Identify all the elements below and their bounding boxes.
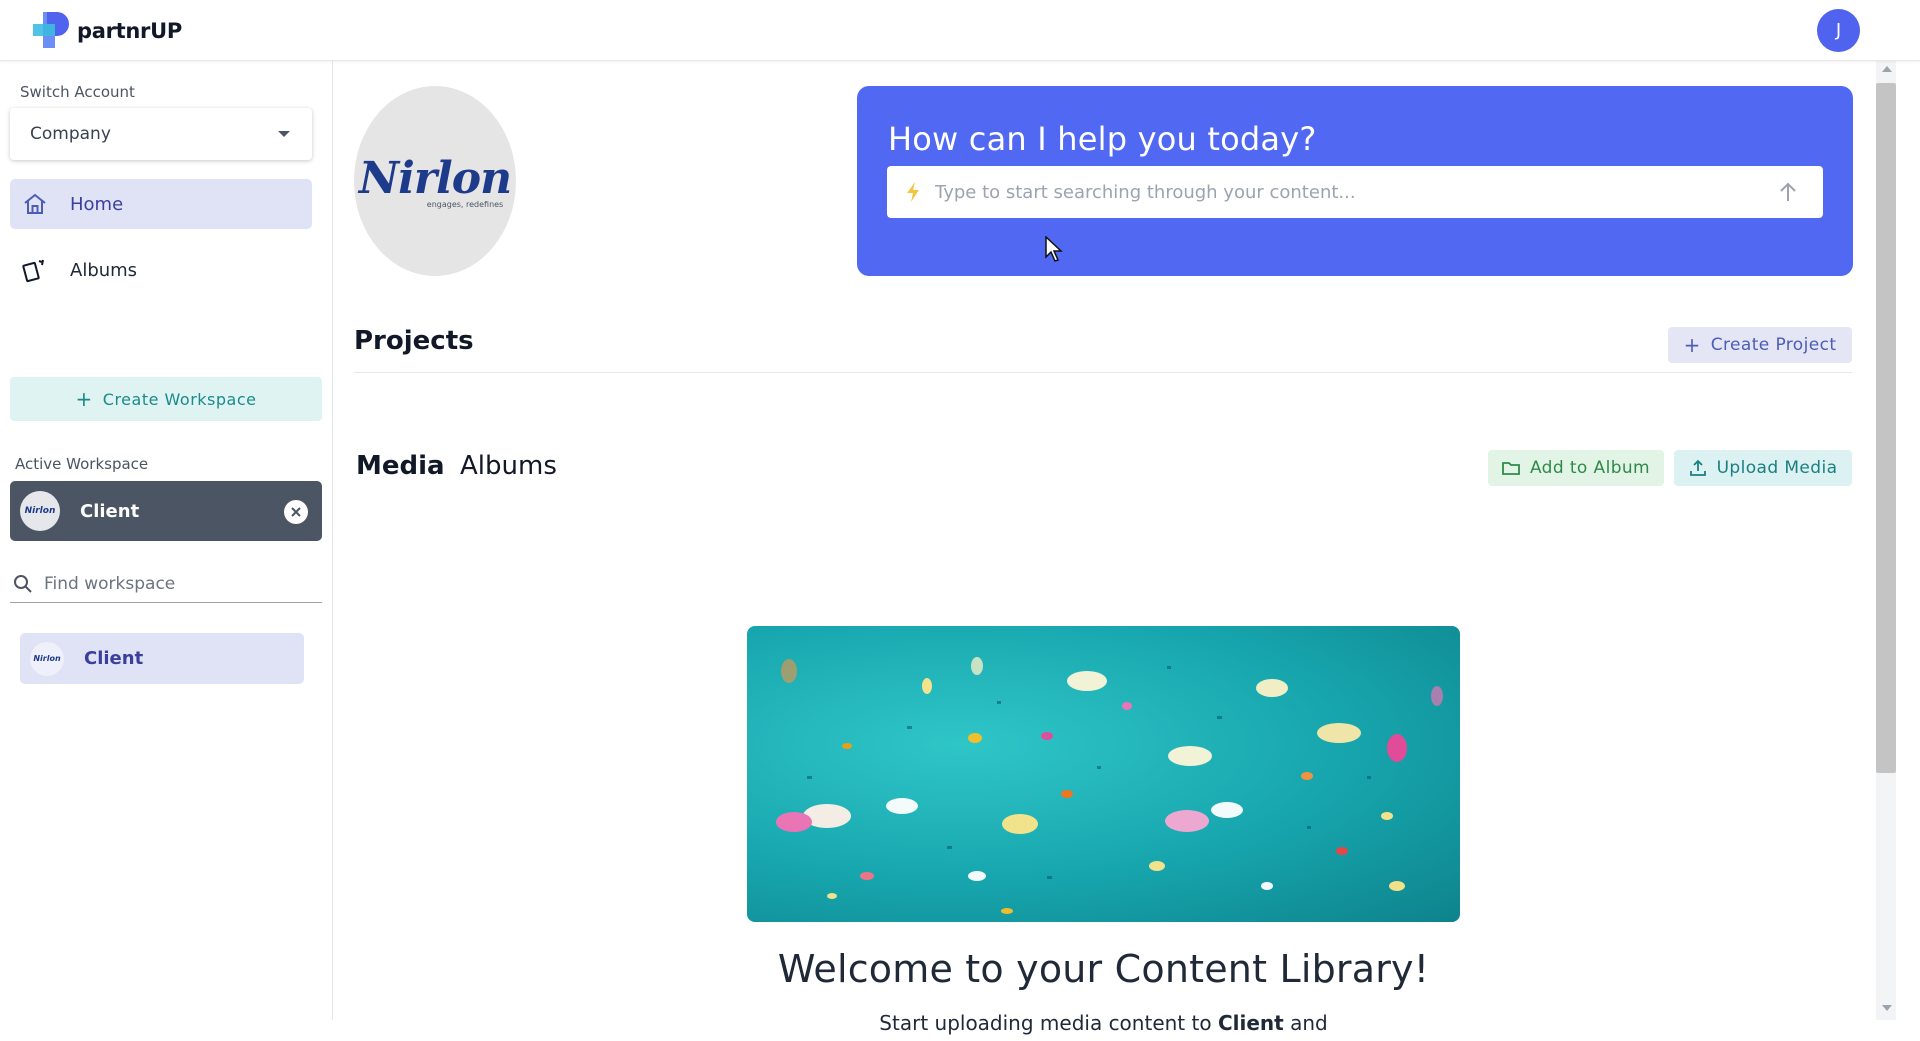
company-logo-tagline: engages, redefines <box>426 200 504 209</box>
workspace-logo: Nirlon <box>20 491 60 531</box>
company-logo: Nirlon engages, redefines <box>354 86 516 276</box>
welcome-subtitle-suffix: and <box>1290 1011 1328 1035</box>
welcome-subtitle-workspace: Client <box>1217 1011 1284 1035</box>
search-icon <box>14 574 32 593</box>
help-panel: How can I help you today? <box>857 86 1853 276</box>
upload-media-button[interactable]: Upload Media <box>1674 450 1852 486</box>
app-name: partnrUP <box>77 19 182 43</box>
workspace-name: Client <box>84 648 144 669</box>
find-workspace-input[interactable] <box>44 573 304 594</box>
add-to-album-button[interactable]: Add to Album <box>1488 450 1664 486</box>
confetti-illustration <box>776 657 1443 914</box>
create-workspace-button[interactable]: + Create Workspace <box>10 377 322 421</box>
content-search-input[interactable] <box>935 181 1755 203</box>
tab-media[interactable]: Media <box>356 451 445 481</box>
upload-icon <box>1689 459 1706 476</box>
main-content: Nirlon engages, redefines How can I help… <box>334 61 1876 1035</box>
albums-icon <box>22 259 44 283</box>
top-bar: partnrUP J <box>0 0 1920 61</box>
confetti-banner-image <box>747 626 1460 922</box>
help-title: How can I help you today? <box>888 120 1317 158</box>
arrow-up-icon[interactable] <box>1777 180 1799 204</box>
workspace-logo: Nirlon <box>30 641 64 676</box>
plus-icon: + <box>1683 333 1701 357</box>
active-workspace-label: Active Workspace <box>15 455 149 473</box>
welcome-title: Welcome to your Content Library! <box>777 947 1430 991</box>
workspace-list-item[interactable]: Nirlon Client <box>20 633 304 684</box>
close-icon[interactable] <box>284 500 308 524</box>
chevron-down-icon <box>278 131 290 137</box>
home-icon <box>24 193 46 214</box>
add-to-album-label: Add to Album <box>1529 458 1651 478</box>
switch-account-label: Switch Account <box>20 83 135 101</box>
content-search-field[interactable] <box>887 166 1823 218</box>
account-select[interactable]: Company <box>10 108 312 160</box>
user-avatar[interactable]: J <box>1817 9 1860 52</box>
main-scrollbar-thumb[interactable] <box>1876 83 1896 773</box>
sidebar-item-albums[interactable]: Albums <box>10 245 312 295</box>
upload-media-label: Upload Media <box>1716 458 1838 478</box>
mouse-cursor-icon <box>1045 236 1063 262</box>
create-workspace-label: Create Workspace <box>102 389 257 409</box>
create-project-button[interactable]: + Create Project <box>1668 327 1852 363</box>
active-workspace-card[interactable]: Nirlon Client <box>10 481 322 541</box>
tab-albums[interactable]: Albums <box>460 451 557 481</box>
sidebar: Switch Account Company Home Albums + Cre… <box>0 61 333 1020</box>
sidebar-item-label: Home <box>70 193 124 215</box>
lightning-icon <box>907 182 919 202</box>
projects-title: Projects <box>354 326 474 356</box>
create-project-label: Create Project <box>1710 335 1837 355</box>
projects-divider <box>354 372 1852 373</box>
company-logo-text: Nirlon <box>358 153 512 204</box>
folder-icon <box>1502 462 1520 475</box>
partnrup-logo-icon <box>33 12 69 48</box>
active-workspace-name: Client <box>80 500 140 522</box>
scroll-up-arrow-icon[interactable] <box>1882 66 1892 72</box>
welcome-subtitle-prefix: Start uploading media content to <box>879 1011 1212 1035</box>
plus-icon: + <box>75 387 93 411</box>
sidebar-item-label: Albums <box>70 259 138 281</box>
account-select-value: Company <box>30 124 111 144</box>
app-logo[interactable]: partnrUP <box>33 12 182 50</box>
find-workspace-field[interactable] <box>10 565 322 603</box>
sidebar-item-home[interactable]: Home <box>10 179 312 229</box>
welcome-subtitle: Start uploading media content to Client … <box>747 1011 1460 1041</box>
scroll-down-arrow-icon[interactable] <box>1882 1005 1892 1011</box>
